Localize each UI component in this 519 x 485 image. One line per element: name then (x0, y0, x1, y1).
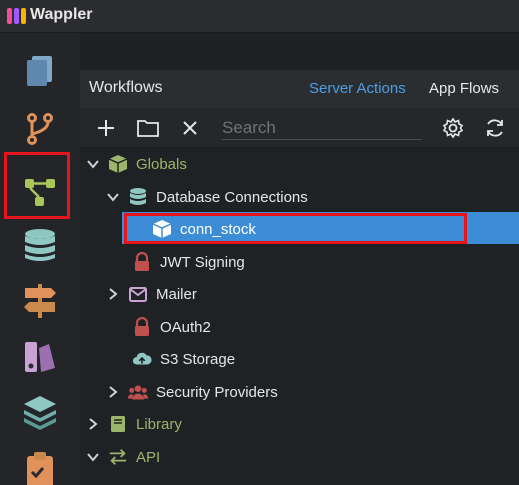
close-icon[interactable] (178, 116, 202, 140)
wappler-logo-icon (7, 8, 26, 24)
tree-item-api[interactable]: API (86, 441, 160, 473)
layers-icon[interactable] (18, 389, 62, 433)
tree-item-mailer[interactable]: Mailer (106, 278, 197, 310)
add-icon[interactable] (94, 116, 118, 140)
tree-item-jwt-signing[interactable]: JWT Signing (132, 246, 245, 278)
folder-icon[interactable] (136, 116, 160, 140)
tab-server-actions[interactable]: Server Actions (309, 80, 406, 97)
tree-label-security-providers: Security Providers (156, 383, 278, 401)
settings-gear-icon[interactable] (441, 116, 465, 140)
tree-label-jwt-signing: JWT Signing (160, 253, 245, 271)
chevron-down-icon[interactable] (106, 190, 120, 204)
tree-item-security-providers[interactable]: Security Providers (106, 376, 278, 408)
tab-app-flows[interactable]: App Flows (429, 80, 499, 97)
tasks-clipboard-icon[interactable] (18, 447, 62, 485)
tree-label-mailer: Mailer (156, 285, 197, 303)
title-bar: Wappler (0, 0, 519, 33)
chevron-right-icon[interactable] (86, 417, 100, 431)
lock-icon (132, 252, 152, 272)
pages-icon[interactable] (18, 49, 62, 93)
book-icon (108, 414, 128, 434)
panel-title: Workflows (89, 79, 163, 96)
routing-signpost-icon[interactable] (18, 279, 62, 323)
database-icon[interactable] (18, 223, 62, 267)
workflows-highlight-box (4, 152, 70, 219)
mail-icon (128, 284, 148, 304)
chevron-down-icon[interactable] (86, 157, 100, 171)
tree-label-s3-storage: S3 Storage (160, 350, 236, 368)
app-title: Wappler (30, 6, 93, 23)
tree-item-globals[interactable]: Globals (86, 148, 187, 180)
tree-item-database-connections[interactable]: Database Connections (106, 181, 308, 213)
users-group-icon (128, 382, 148, 402)
lock-icon (132, 317, 152, 337)
chevron-down-icon[interactable] (86, 450, 100, 464)
database-icon (128, 187, 148, 207)
design-swatch-icon[interactable] (18, 335, 62, 379)
tree-label-library: Library (136, 415, 182, 433)
search-input[interactable] (222, 116, 422, 140)
tree-label-database-connections: Database Connections (156, 188, 308, 206)
chevron-right-icon[interactable] (106, 287, 120, 301)
tree-label-globals: Globals (136, 155, 187, 173)
tree-label-api: API (136, 448, 161, 466)
tree-label-oauth2: OAuth2 (160, 318, 211, 336)
panel-toolbar (80, 108, 519, 148)
refresh-icon[interactable] (483, 116, 507, 140)
cloud-upload-icon (132, 349, 152, 369)
chevron-right-icon[interactable] (106, 385, 120, 399)
tree-item-library[interactable]: Library (86, 408, 182, 440)
tree-item-oauth2[interactable]: OAuth2 (132, 311, 211, 343)
globals-cube-icon (108, 154, 128, 174)
conn-stock-highlight-box (124, 213, 467, 244)
swap-arrows-icon (108, 447, 128, 467)
tree-item-s3-storage[interactable]: S3 Storage (132, 343, 235, 375)
git-branch-icon[interactable] (18, 107, 62, 151)
activity-sidebar (0, 33, 80, 485)
panel-header: Workflows Server Actions App Flows (80, 70, 519, 108)
